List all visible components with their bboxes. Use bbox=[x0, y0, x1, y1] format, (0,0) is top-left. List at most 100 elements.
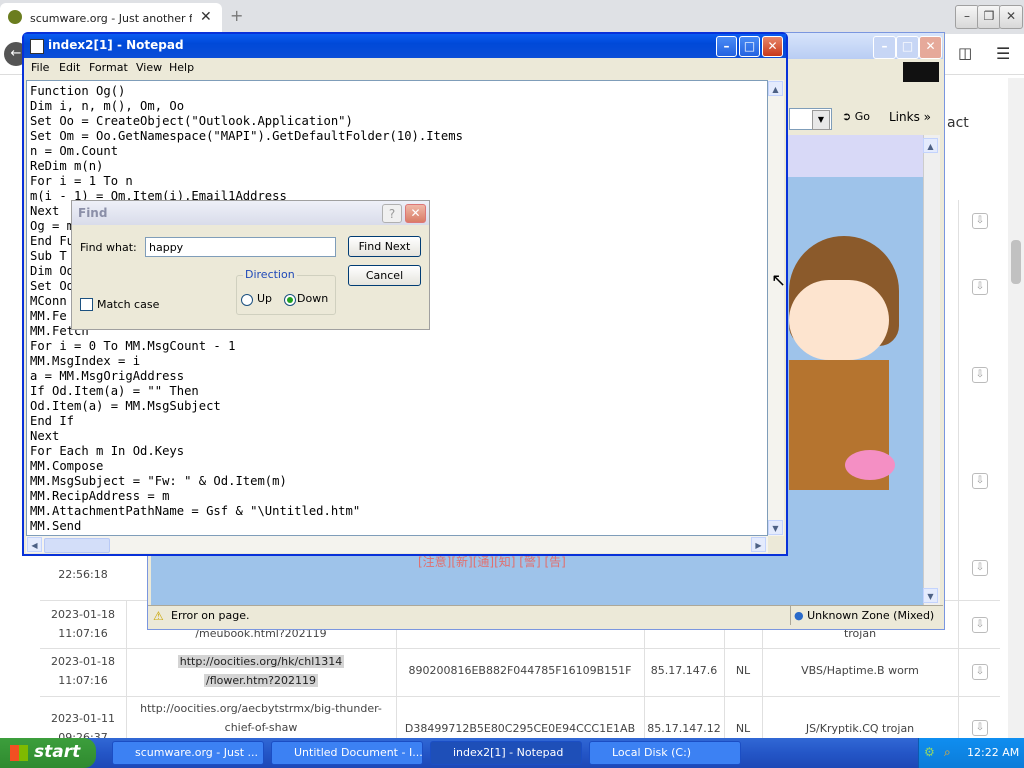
find-what-input[interactable] bbox=[145, 237, 336, 257]
menu-file[interactable]: File bbox=[31, 61, 49, 74]
flower-image bbox=[845, 450, 895, 480]
find-next-button[interactable]: Find Next bbox=[348, 236, 421, 257]
table-col-divider bbox=[958, 200, 959, 738]
ie-minimize-button[interactable]: – bbox=[873, 36, 896, 59]
taskbar-item-scumware[interactable]: scumware.org - Just ... bbox=[112, 741, 264, 765]
table-cell-time: 22:56:18 bbox=[58, 568, 108, 581]
notepad-minimize-button[interactable]: – bbox=[716, 36, 737, 57]
table-cell-md5: D38499712B5E80C295CE0E94CCC1E1AB bbox=[404, 722, 636, 735]
page-scrollbar[interactable] bbox=[1008, 78, 1024, 738]
table-cell-md5: 890200816EB882F044785F16109B151F bbox=[408, 664, 632, 677]
links-label: Links bbox=[889, 110, 920, 124]
task-label: index2[1] - Notepad bbox=[453, 746, 564, 759]
go-label: Go bbox=[854, 110, 870, 123]
notepad-horizontal-scrollbar[interactable] bbox=[26, 536, 768, 553]
table-cell-ip: 85.17.147.12 bbox=[647, 722, 721, 735]
download-icon[interactable]: ⇩ bbox=[972, 664, 988, 680]
menu-icon[interactable]: ☰ bbox=[996, 44, 1010, 63]
warning-icon[interactable]: ⚠ bbox=[153, 609, 164, 623]
table-cell-url[interactable]: http://oocities.org/aecbytstrmx/big-thun… bbox=[126, 702, 396, 715]
go-arrow-icon: ➲ bbox=[842, 110, 852, 123]
scroll-right-icon[interactable]: ▶ bbox=[751, 537, 766, 552]
browser-tab-title: scumware.org - Just another free bbox=[30, 12, 192, 25]
download-icon[interactable]: ⇩ bbox=[972, 279, 988, 295]
taskbar-item-notepad[interactable]: index2[1] - Notepad bbox=[430, 741, 582, 765]
globe-icon: ● bbox=[794, 609, 804, 622]
nav-link-contact[interactable]: act bbox=[947, 115, 969, 131]
find-what-label: Find what: bbox=[80, 241, 137, 254]
scroll-down-icon[interactable]: ▼ bbox=[923, 588, 938, 603]
scroll-down-icon[interactable]: ▼ bbox=[768, 520, 783, 535]
table-cell-url[interactable]: http://oocities.org/hk/chl1314 bbox=[126, 655, 396, 668]
menu-edit[interactable]: Edit bbox=[59, 61, 80, 74]
network-icon[interactable]: ⚙ bbox=[924, 745, 935, 759]
links-button[interactable]: Links » bbox=[889, 110, 931, 124]
ie-maximize-button[interactable]: □ bbox=[896, 36, 919, 59]
task-label: scumware.org - Just ... bbox=[135, 746, 258, 759]
taskbar-item-local-disk[interactable]: Local Disk (C:) bbox=[589, 741, 741, 765]
find-close-button[interactable]: ✕ bbox=[405, 204, 426, 223]
url-line[interactable]: /flower.htm?202119 bbox=[204, 674, 318, 687]
cancel-button[interactable]: Cancel bbox=[348, 265, 421, 286]
taskbar-item-untitled[interactable]: Untitled Document - I... bbox=[271, 741, 423, 765]
table-cell-date: 2023-01-18 bbox=[51, 608, 115, 621]
browser-tab[interactable]: scumware.org - Just another free ✕ bbox=[0, 3, 222, 34]
table-cell-date: 2023-01-11 bbox=[51, 712, 115, 725]
direction-label: Direction bbox=[243, 268, 297, 281]
chevron-down-icon[interactable]: ▼ bbox=[812, 110, 830, 130]
download-icon[interactable]: ⇩ bbox=[972, 367, 988, 383]
table-cell-time: 09:26:37 bbox=[58, 731, 108, 738]
table-cell-url[interactable]: chief-of-shaw bbox=[126, 721, 396, 734]
match-case-checkbox[interactable] bbox=[80, 298, 93, 311]
table-cell-time: 11:07:16 bbox=[58, 674, 108, 687]
table-cell-threat: VBS/Haptime.B worm bbox=[801, 664, 919, 677]
notepad-vertical-scrollbar[interactable] bbox=[768, 80, 784, 536]
download-icon[interactable]: ⇩ bbox=[972, 720, 988, 736]
download-icon[interactable]: ⇩ bbox=[972, 617, 988, 633]
match-case-label: Match case bbox=[97, 298, 160, 311]
search-icon[interactable]: ⌕ bbox=[944, 745, 951, 760]
notepad-title: index2[1] - Notepad bbox=[48, 38, 184, 52]
browser-minimize-button[interactable]: – bbox=[955, 5, 979, 29]
ie-scrollbar[interactable] bbox=[923, 135, 940, 605]
ie-zone-text: ● Unknown Zone (Mixed) bbox=[794, 609, 934, 622]
favicon-icon bbox=[8, 10, 22, 24]
zone-label: Unknown Zone (Mixed) bbox=[807, 609, 935, 622]
table-cell-ip: 85.17.147.6 bbox=[650, 664, 718, 677]
radio-up-label: Up bbox=[257, 292, 273, 305]
task-label: Untitled Document - I... bbox=[294, 746, 423, 759]
table-cell-url[interactable]: /flower.htm?202119 bbox=[126, 674, 396, 687]
radio-up[interactable] bbox=[241, 294, 253, 306]
notepad-hscroll-thumb[interactable] bbox=[44, 538, 110, 553]
scroll-up-icon[interactable]: ▲ bbox=[923, 138, 938, 153]
download-icon[interactable]: ⇩ bbox=[972, 213, 988, 229]
menu-help[interactable]: Help bbox=[169, 61, 194, 74]
help-icon[interactable]: ? bbox=[382, 204, 402, 223]
menu-view[interactable]: View bbox=[136, 61, 162, 74]
new-tab-icon[interactable]: + bbox=[230, 6, 243, 25]
sidebar-icon[interactable]: ◫ bbox=[958, 44, 972, 62]
browser-close-button[interactable]: ✕ bbox=[999, 5, 1023, 29]
notepad-close-button[interactable]: ✕ bbox=[762, 36, 783, 57]
scroll-left-icon[interactable]: ◀ bbox=[27, 537, 42, 552]
menu-format[interactable]: Format bbox=[89, 61, 128, 74]
scroll-up-icon[interactable]: ▲ bbox=[768, 81, 783, 96]
find-title-bar[interactable] bbox=[72, 201, 429, 225]
mouse-pointer-icon: ↖ bbox=[771, 270, 787, 291]
table-row-divider bbox=[40, 648, 1000, 649]
page-scrollbar-thumb[interactable] bbox=[1011, 240, 1021, 284]
download-icon[interactable]: ⇩ bbox=[972, 560, 988, 576]
anime-figure-face bbox=[789, 280, 889, 360]
browser-restore-button[interactable]: ❐ bbox=[977, 5, 1001, 29]
ie-close-button[interactable]: ✕ bbox=[919, 36, 942, 59]
radio-down-label: Down bbox=[297, 292, 329, 305]
table-cell-country: NL bbox=[735, 722, 751, 735]
ie-status-text: Error on page. bbox=[171, 609, 250, 622]
notepad-maximize-button[interactable]: □ bbox=[739, 36, 760, 57]
url-line[interactable]: http://oocities.org/hk/chl1314 bbox=[177, 655, 345, 668]
go-button[interactable]: ➲ Go bbox=[842, 110, 870, 123]
close-icon[interactable]: ✕ bbox=[200, 9, 212, 25]
table-col-divider bbox=[126, 600, 127, 738]
download-icon[interactable]: ⇩ bbox=[972, 473, 988, 489]
start-label: start bbox=[34, 742, 81, 762]
